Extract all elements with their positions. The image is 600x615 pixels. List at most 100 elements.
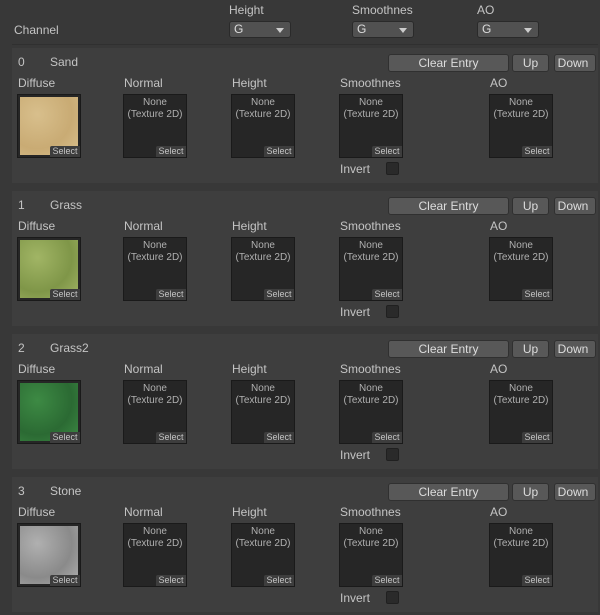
none-text: None	[509, 240, 533, 251]
down-button[interactable]: Down	[554, 197, 596, 215]
up-button[interactable]: Up	[512, 483, 549, 501]
ao-label: AO	[490, 219, 508, 233]
chevron-down-icon	[399, 28, 407, 33]
select-button[interactable]: Select	[372, 146, 402, 157]
select-button[interactable]: Select	[522, 289, 552, 300]
divider	[12, 44, 598, 45]
entry-name: Grass2	[50, 341, 89, 355]
select-button[interactable]: Select	[372, 432, 402, 443]
smoothness-texture-slot[interactable]: None (Texture 2D) Select	[339, 380, 403, 444]
none-text: None	[143, 383, 167, 394]
select-button[interactable]: Select	[264, 432, 294, 443]
select-button[interactable]: Select	[372, 289, 402, 300]
select-button[interactable]: Select	[50, 146, 80, 157]
height-texture-slot[interactable]: None (Texture 2D) Select	[231, 94, 295, 158]
select-button[interactable]: Select	[264, 575, 294, 586]
terrain-layer-entry: 0 Sand Clear Entry Up Down Diffuse Select…	[12, 48, 598, 183]
up-button[interactable]: Up	[512, 54, 549, 72]
diffuse-texture-slot[interactable]: Select	[17, 523, 81, 587]
diffuse-label: Diffuse	[18, 76, 56, 90]
up-button[interactable]: Up	[512, 197, 549, 215]
select-button[interactable]: Select	[264, 146, 294, 157]
invert-checkbox[interactable]	[386, 448, 399, 461]
select-button[interactable]: Select	[50, 432, 80, 443]
none-text: None	[143, 97, 167, 108]
diffuse-label: Diffuse	[18, 219, 56, 233]
smoothness-texture-slot[interactable]: None (Texture 2D) Select	[339, 523, 403, 587]
select-button[interactable]: Select	[156, 146, 186, 157]
height-texture-slot[interactable]: None (Texture 2D) Select	[231, 380, 295, 444]
smoothness-channel-label: Smoothnes	[352, 3, 413, 17]
ao-channel-dropdown[interactable]: G	[477, 21, 539, 38]
invert-checkbox[interactable]	[386, 162, 399, 175]
height-channel-label: Height	[229, 3, 264, 17]
down-button[interactable]: Down	[554, 340, 596, 358]
entry-name: Stone	[50, 484, 82, 498]
select-button[interactable]: Select	[156, 575, 186, 586]
height-texture-slot[interactable]: None (Texture 2D) Select	[231, 237, 295, 301]
invert-checkbox[interactable]	[386, 591, 399, 604]
chevron-down-icon	[524, 28, 532, 33]
diffuse-texture-slot[interactable]: Select	[17, 94, 81, 158]
normal-texture-slot[interactable]: None (Texture 2D) Select	[123, 94, 187, 158]
down-button[interactable]: Down	[554, 483, 596, 501]
ao-label: AO	[490, 505, 508, 519]
none-text: None	[359, 526, 383, 537]
select-button[interactable]: Select	[156, 289, 186, 300]
none-text: None	[509, 383, 533, 394]
texture-type-text: (Texture 2D)	[493, 395, 549, 406]
texture-type-text: (Texture 2D)	[235, 395, 291, 406]
diffuse-texture-slot[interactable]: Select	[17, 380, 81, 444]
height-texture-slot[interactable]: None (Texture 2D) Select	[231, 523, 295, 587]
smoothness-label: Smoothnes	[340, 505, 401, 519]
invert-label: Invert	[340, 305, 371, 319]
normal-texture-slot[interactable]: None (Texture 2D) Select	[123, 380, 187, 444]
none-text: None	[359, 383, 383, 394]
select-button[interactable]: Select	[522, 146, 552, 157]
smoothness-channel-dropdown[interactable]: G	[352, 21, 414, 38]
invert-label: Invert	[340, 448, 371, 462]
ao-texture-slot[interactable]: None (Texture 2D) Select	[489, 523, 553, 587]
diffuse-texture-slot[interactable]: Select	[17, 237, 81, 301]
normal-texture-slot[interactable]: None (Texture 2D) Select	[123, 237, 187, 301]
select-button[interactable]: Select	[156, 432, 186, 443]
smoothness-label: Smoothnes	[340, 219, 401, 233]
ao-texture-slot[interactable]: None (Texture 2D) Select	[489, 237, 553, 301]
none-text: None	[251, 240, 275, 251]
select-button[interactable]: Select	[372, 575, 402, 586]
normal-label: Normal	[124, 219, 163, 233]
up-button[interactable]: Up	[512, 340, 549, 358]
texture-type-text: (Texture 2D)	[127, 109, 183, 120]
ao-label: AO	[490, 76, 508, 90]
smoothness-texture-slot[interactable]: None (Texture 2D) Select	[339, 237, 403, 301]
ao-texture-slot[interactable]: None (Texture 2D) Select	[489, 94, 553, 158]
ao-channel-label: AO	[477, 3, 495, 17]
clear-entry-button[interactable]: Clear Entry	[388, 197, 509, 215]
select-button[interactable]: Select	[50, 289, 80, 300]
texture-type-text: (Texture 2D)	[127, 252, 183, 263]
clear-entry-button[interactable]: Clear Entry	[388, 54, 509, 72]
terrain-layer-entry: 3 Stone Clear Entry Up Down Diffuse Selec…	[12, 477, 598, 612]
clear-entry-button[interactable]: Clear Entry	[388, 483, 509, 501]
height-channel-dropdown[interactable]: G	[229, 21, 291, 38]
none-text: None	[359, 240, 383, 251]
select-button[interactable]: Select	[264, 289, 294, 300]
texture-type-text: (Texture 2D)	[235, 538, 291, 549]
clear-entry-button[interactable]: Clear Entry	[388, 340, 509, 358]
terrain-layer-entry: 2 Grass2 Clear Entry Up Down Diffuse Sele…	[12, 334, 598, 469]
diffuse-label: Diffuse	[18, 362, 56, 376]
select-button[interactable]: Select	[522, 575, 552, 586]
down-button[interactable]: Down	[554, 54, 596, 72]
ao-texture-slot[interactable]: None (Texture 2D) Select	[489, 380, 553, 444]
texture-type-text: (Texture 2D)	[235, 252, 291, 263]
entry-name: Sand	[50, 55, 79, 69]
invert-checkbox[interactable]	[386, 305, 399, 318]
select-button[interactable]: Select	[50, 575, 80, 586]
none-text: None	[143, 526, 167, 537]
smoothness-texture-slot[interactable]: None (Texture 2D) Select	[339, 94, 403, 158]
normal-texture-slot[interactable]: None (Texture 2D) Select	[123, 523, 187, 587]
texture-type-text: (Texture 2D)	[343, 538, 399, 549]
select-button[interactable]: Select	[522, 432, 552, 443]
texture-type-text: (Texture 2D)	[493, 538, 549, 549]
texture-type-text: (Texture 2D)	[235, 109, 291, 120]
